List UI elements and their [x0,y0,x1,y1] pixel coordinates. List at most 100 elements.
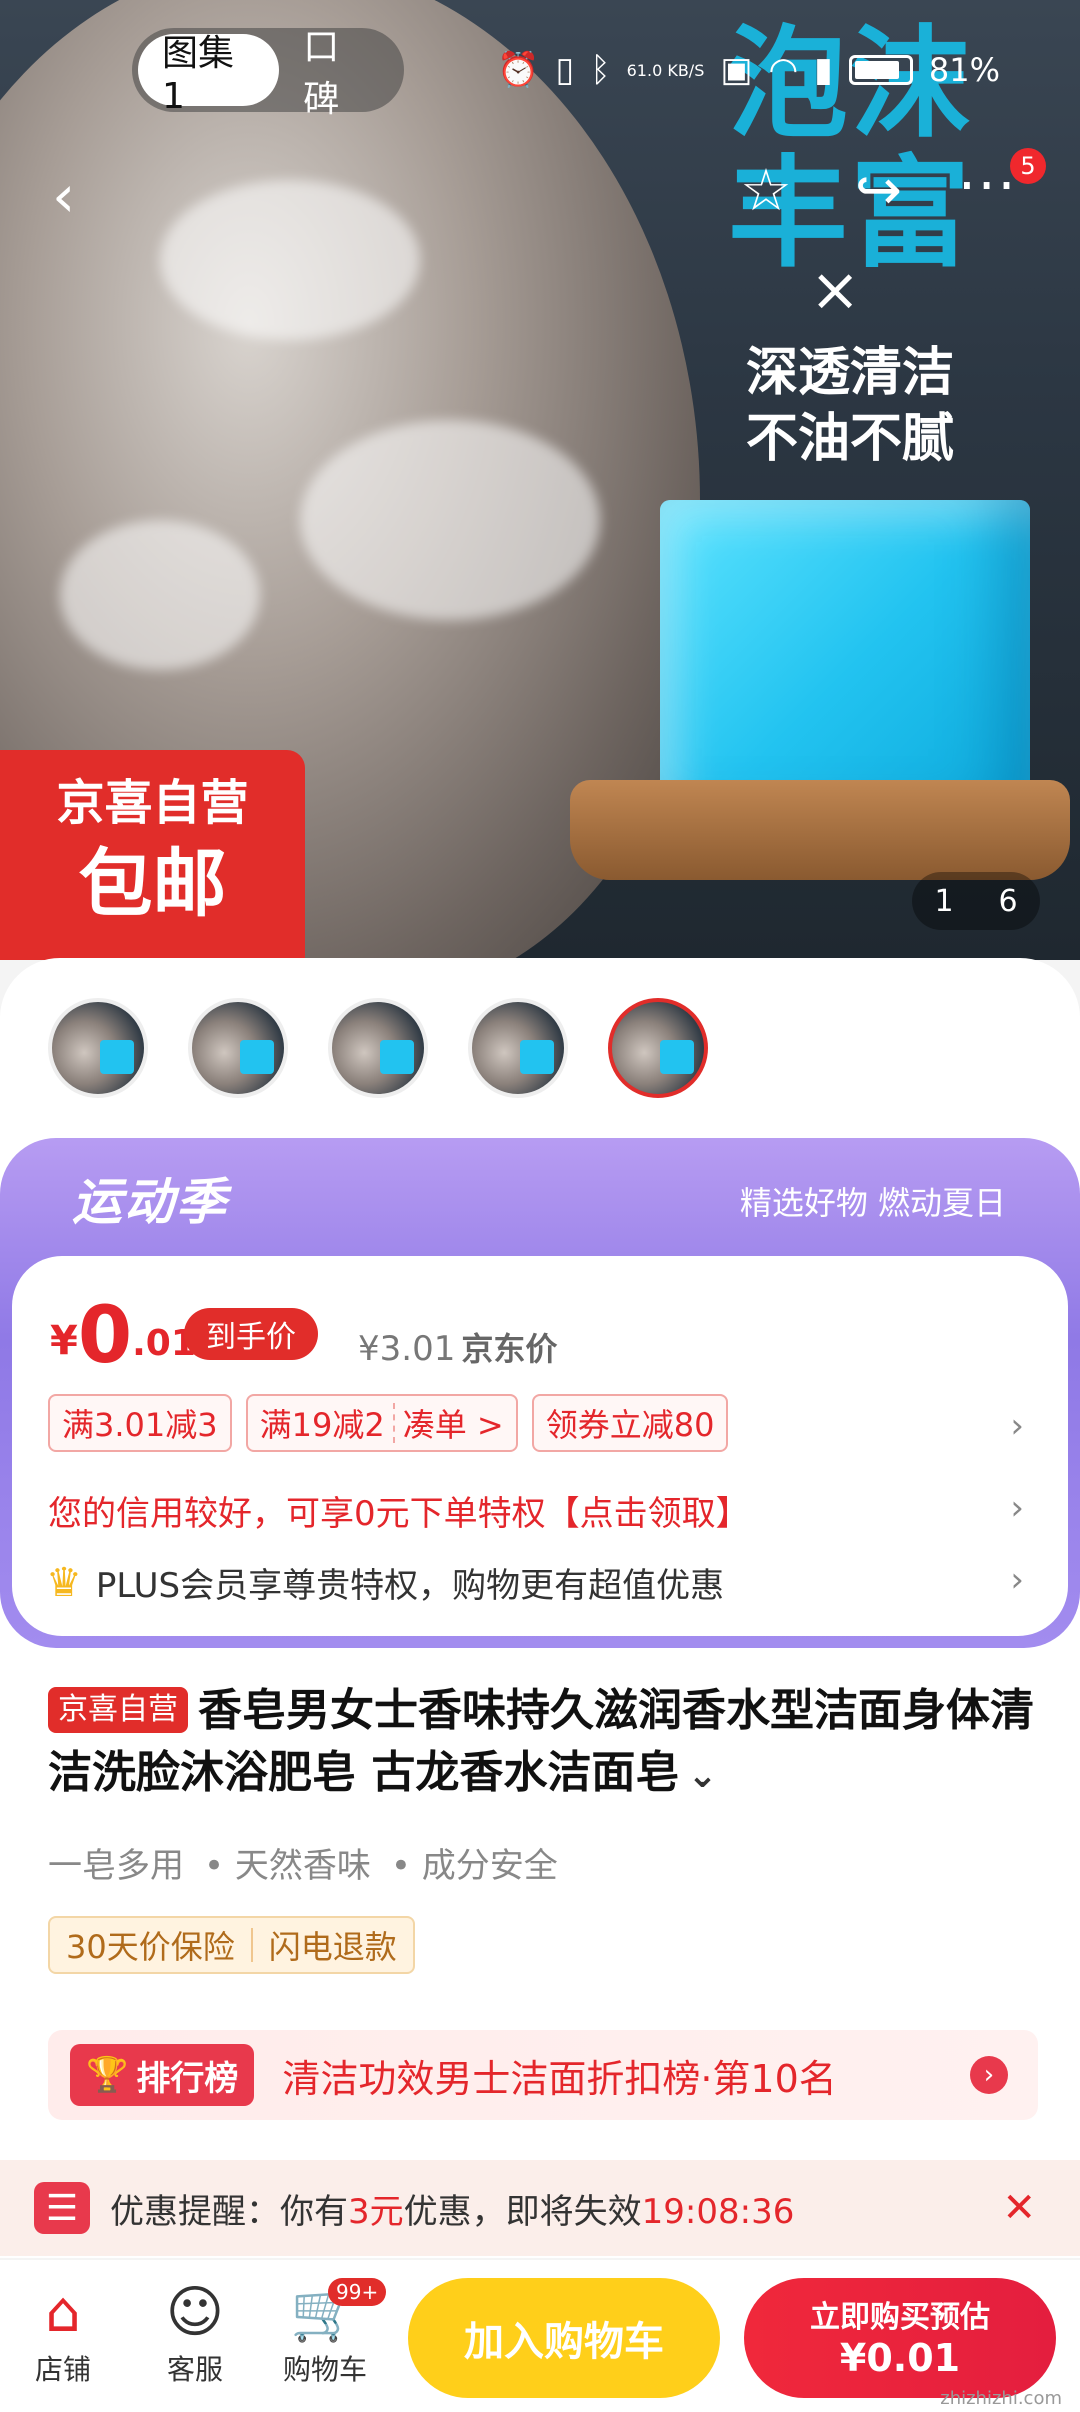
final-price-tag: 到手价 [184,1308,318,1360]
cart-label: 购物车 [282,2353,367,2386]
product-image-carousel[interactable]: 泡沫丰富 × 深透清洁不油不腻 京喜自营 包邮 1 6 [0,0,1080,960]
customer-service-button[interactable]: ☺ 客服 [140,2278,250,2388]
coupon-divider [392,1403,395,1443]
promo-panel: 运动季 精选好物 燃动夏日 ¥ 0 .01 到手价 ¥3.01 京东价 满3.01… [0,1138,1080,1648]
customer-service-icon: ☺ [165,2280,225,2345]
jd-price: ¥3.01 京东价 [358,1324,557,1370]
season-title: 运动季 [72,1173,228,1231]
favorite-star-icon[interactable]: ☆ [740,156,792,224]
price-integer: 0 [77,1291,133,1381]
buy-now-price: ¥0.01 [839,2336,961,2380]
add-to-cart-button[interactable]: 加入购物车 [408,2278,720,2398]
plus-text: PLUS会员享尊贵特权，购物更有超值优惠 [95,1566,725,1606]
wifi-icon: ◠ [768,50,799,90]
plus-chevron-right-icon[interactable]: › [1010,1560,1024,1600]
credit-offer[interactable]: 您的信用较好，可享0元下单特权【点击领取】 [48,1486,750,1535]
thumbnail-2[interactable] [188,998,288,1098]
feature-tag: 一皂多用 [48,1846,184,1886]
battery-icon [848,55,913,85]
buy-now-label: 立即购买预估 [810,2300,990,2335]
soap-tray-image [570,780,1070,880]
discount-reminder-bar[interactable]: ☰ 优惠提醒：你有3元优惠，即将失效19:08:36 ✕ [0,2160,1080,2256]
status-icons: ⏰ ▯ ᛒ 61.0 KB/S ▣ ◠ ▮ 81% [497,50,1000,90]
feature-tag: • 天然香味 [204,1846,371,1886]
vibrate-icon: ▯ [555,50,575,90]
coupon-text: 领券立减80 [545,1406,715,1444]
hero-badge-line2: 包邮 [78,841,227,927]
guarantee-fast-refund: 闪电退款 [268,1928,397,1966]
tab-reviews[interactable]: 口碑 [279,27,398,120]
bluetooth-icon: ᛒ [590,50,611,90]
gallery-tabs: 图集1 口碑 [132,27,404,120]
cart-button[interactable]: 🛒 99+ 购物车 [270,2278,387,2388]
image-counter: 1 6 [912,872,1040,930]
final-price: ¥ 0 .01 [50,1286,196,1376]
ranking-text: 清洁功效男士洁面折扣榜·第10名 [282,2056,837,2101]
foam-decoration [300,420,600,620]
credit-chevron-right-icon[interactable]: › [1010,1488,1024,1528]
shop-button[interactable]: ⌂ 店铺 [8,2278,118,2388]
plus-membership-row[interactable]: ♛ PLUS会员享尊贵特权，购物更有超值优惠 [46,1558,724,1607]
reminder-middle: 优惠，即将失效 [403,2191,642,2232]
crown-icon: ♛ [46,1559,82,1606]
hero-badge-line1: 京喜自营 [56,775,249,831]
coupon-list: 满3.01减3 满19减2 凑单 > 领券立减80 [48,1394,729,1452]
coupon-2[interactable]: 满19减2 凑单 > [245,1394,518,1452]
product-title: 香皂男女士香味持久滋润香水型洁面身体清洁洗脸沐浴肥皂 古龙香水洁面皂 [48,1685,1034,1798]
ranking-tag: 🏆 排行榜 [70,2044,255,2106]
jd-price-label: 京东价 [461,1330,558,1368]
cart-count-badge: 99+ [328,2278,387,2306]
coupon-1[interactable]: 满3.01减3 [48,1394,232,1452]
price-symbol: ¥ [50,1318,78,1364]
bottom-action-bar: ⌂ 店铺 ☺ 客服 🛒 99+ 购物车 加入购物车 立即购买预估 ¥0.01 [0,2260,1080,2412]
coupon-chevron-right-icon[interactable]: › [1010,1406,1024,1446]
product-title-row: 京喜自营 香皂男女士香味持久滋润香水型洁面身体清洁洗脸沐浴肥皂 古龙香水洁面皂 ⌄ [48,1680,1038,1807]
service-guarantees[interactable]: 30天价保险 闪电退款 [48,1916,415,1974]
share-icon[interactable]: ↪ [855,158,902,223]
image-counter-current: 1 [934,883,954,919]
price-card: ¥ 0 .01 到手价 ¥3.01 京东价 满3.01减3 满19减2 凑单 > … [12,1256,1068,1636]
signal-icon: ▮ [814,50,833,90]
reminder-prefix: 优惠提醒：你有 [110,2191,348,2232]
shop-icon: ⌂ [45,2280,81,2345]
reminder-text: 优惠提醒：你有3元优惠，即将失效19:08:36 [110,2184,794,2233]
coupon-add-on-link[interactable]: 凑单 > [403,1400,504,1446]
product-title-block: 京喜自营 香皂男女士香味持久滋润香水型洁面身体清洁洗脸沐浴肥皂 古龙香水洁面皂 ⌄ [48,1680,1038,1807]
reminder-countdown: 19:08:36 [641,2191,795,2232]
hero-self-operated-badge: 京喜自营 包邮 [0,750,305,960]
back-arrow-icon[interactable]: ‹ [52,162,75,230]
coupon-text: 满3.01减3 [62,1406,218,1444]
watermark: zhizhizhi.com [940,2388,1062,2409]
thumbnail-3[interactable] [328,998,428,1098]
hd-icon: ▣ [720,50,753,90]
coupon-3[interactable]: 领券立减80 [531,1394,729,1452]
image-counter-total: 6 [998,883,1018,919]
thumbnail-1[interactable] [48,998,148,1098]
more-icon[interactable]: ··· [958,154,1017,219]
coupon-icon: ☰ [34,2182,90,2234]
feature-tags: 一皂多用 • 天然香味 • 成分安全 [48,1838,558,1887]
hero-times-symbol: × [810,255,861,325]
tab-gallery[interactable]: 图集1 [138,33,280,117]
foam-decoration [60,520,260,670]
feature-tag: • 成分安全 [390,1846,558,1886]
chevron-right-icon[interactable]: › [970,2056,1008,2094]
self-operated-badge: 京喜自营 [48,1687,188,1733]
hero-subline: 深透清洁不油不腻 [745,343,954,469]
thumbnail-strip [48,998,708,1098]
chevron-down-icon[interactable]: ⌄ [687,1755,717,1796]
buy-now-button[interactable]: 立即购买预估 ¥0.01 [744,2278,1056,2398]
message-badge: 5 [1010,148,1046,184]
alarm-icon: ⏰ [497,50,540,90]
coupon-text: 满19减2 [259,1406,385,1444]
thumbnail-4[interactable] [468,998,568,1098]
season-slogan: 精选好物 燃动夏日 [739,1184,1006,1222]
close-icon[interactable]: ✕ [1002,2185,1036,2231]
thumbnail-5[interactable] [608,998,708,1098]
ranking-banner[interactable]: 🏆 排行榜 清洁功效男士洁面折扣榜·第10名 › [48,2030,1038,2120]
reminder-amount: 3元 [348,2191,404,2232]
trophy-icon: 🏆 [86,2055,129,2095]
jd-price-value: ¥3.01 [358,1329,456,1369]
guarantee-price-protection: 30天价保险 [66,1928,235,1966]
customer-service-label: 客服 [166,2353,223,2386]
